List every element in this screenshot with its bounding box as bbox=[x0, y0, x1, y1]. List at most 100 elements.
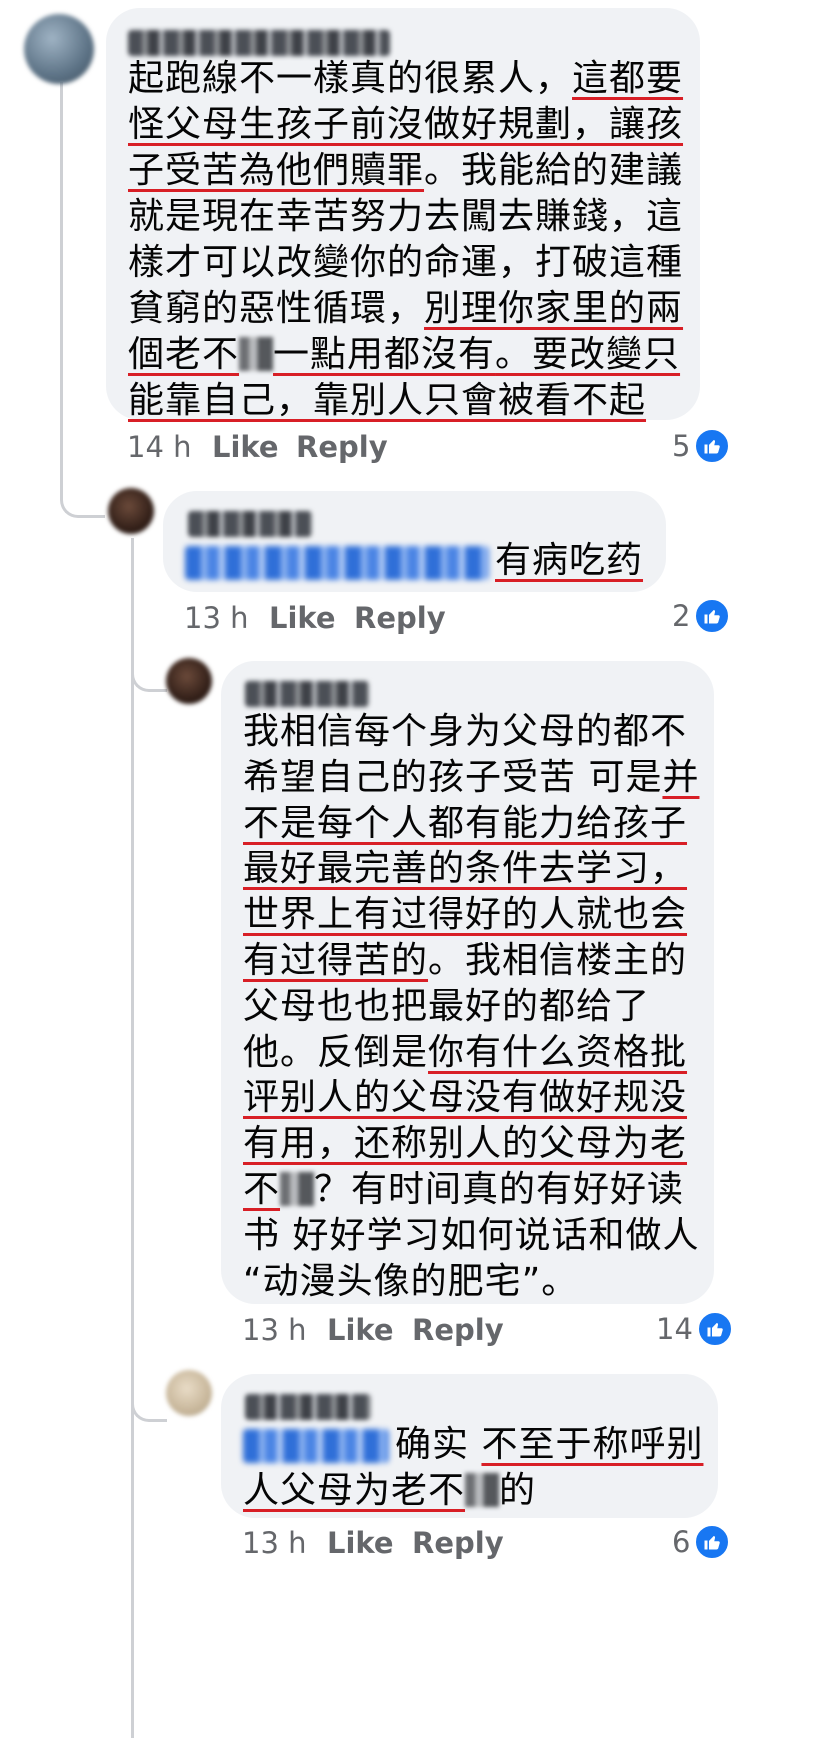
reply-button[interactable]: Reply bbox=[354, 601, 446, 635]
comment-line: 书 好好学习如何说话和做人 bbox=[243, 1213, 699, 1259]
comment-bubble: 起跑線不一樣真的很累人，這都要 怪父母生孩子前沒做好規劃，讓孩 子受苦為他們贖罪。我… bbox=[106, 8, 700, 421]
text-segment: 他。反倒是 bbox=[243, 1031, 429, 1073]
like-button[interactable]: Like bbox=[212, 430, 279, 464]
underlined-text: 人父母为老不 bbox=[243, 1470, 466, 1511]
avatar[interactable] bbox=[166, 658, 212, 704]
reaction-count[interactable]: 5 bbox=[672, 428, 731, 464]
underlined-text: 這都要 bbox=[572, 58, 684, 99]
comment-line: 有用，还称别人的父母为老 bbox=[243, 1121, 687, 1167]
like-button[interactable]: Like bbox=[327, 1313, 394, 1347]
reply-button[interactable]: Reply bbox=[296, 430, 388, 464]
comment-line: 评别人的父母没有做好规没 bbox=[243, 1075, 687, 1121]
underlined-text: 最好最完善的条件去学习， bbox=[243, 848, 688, 890]
text-segment: 起跑線不一樣真的很累人， bbox=[128, 58, 573, 99]
avatar[interactable] bbox=[166, 1370, 212, 1416]
underlined-text: 并 bbox=[662, 756, 700, 798]
comment-bubble: 有病吃药 bbox=[163, 491, 666, 592]
underlined-text: 不是每个人都有能力给孩子 bbox=[243, 802, 688, 844]
comment-line: 最好最完善的条件去学习， bbox=[243, 846, 687, 892]
avatar[interactable] bbox=[108, 488, 154, 534]
comment-line: 樣才可以改變你的命運，打破這種 bbox=[128, 240, 683, 286]
like-button[interactable]: Like bbox=[269, 601, 336, 635]
comment-time[interactable]: 14 h bbox=[127, 430, 192, 464]
comment-time[interactable]: 13 h bbox=[184, 601, 249, 635]
comment-line: “动漫头像的肥宅”。 bbox=[243, 1259, 578, 1305]
underlined-text: 怪父母生孩子前沒做好規劃，讓孩 bbox=[128, 104, 684, 145]
underlined-text: 有用，还称别人的父母为老 bbox=[243, 1123, 688, 1165]
comment-line: 父母也也把最好的都给了 bbox=[243, 984, 650, 1030]
comment-line: 人父母为老不的 bbox=[243, 1468, 536, 1514]
thread-line-reply-1 bbox=[131, 538, 134, 1738]
text-segment: 。我相信楼主的 bbox=[428, 940, 688, 981]
comment-line: 确实 不至于称呼别 bbox=[395, 1422, 703, 1468]
text-segment: 书 好好学习如何说话和做人 bbox=[243, 1214, 700, 1256]
reaction-count[interactable]: 2 bbox=[672, 598, 731, 634]
avatar[interactable] bbox=[24, 14, 94, 84]
comment-time[interactable]: 13 h bbox=[242, 1313, 307, 1347]
comment-bubble: 确实 不至于称呼别 人父母为老不的 bbox=[221, 1374, 718, 1518]
comment-line: 不 ？有时间真的有好好读 bbox=[243, 1167, 684, 1213]
author-name[interactable] bbox=[245, 681, 369, 707]
text-segment: 希望自己的孩子受苦 可是 bbox=[243, 756, 663, 798]
underlined-text: 世界上有过得好的人就也会 bbox=[243, 894, 688, 936]
underlined-text: 個老不 bbox=[128, 334, 240, 375]
text-segment: 父母也也把最好的都给了 bbox=[243, 985, 651, 1027]
text-segment: 确实 bbox=[395, 1424, 482, 1465]
underlined-text: 。要改變只 bbox=[495, 334, 681, 375]
comment-line: 希望自己的孩子受苦 可是并 bbox=[243, 755, 699, 801]
text-segment: 。我能給的建議 bbox=[424, 150, 684, 191]
thread-elbow-reply-3 bbox=[131, 1370, 167, 1422]
mention-link[interactable] bbox=[185, 546, 489, 580]
reaction-count-number: 14 bbox=[656, 1312, 693, 1346]
reaction-count[interactable]: 14 bbox=[656, 1311, 733, 1347]
comment-line: 貧窮的惡性循環，別理你家里的兩 bbox=[128, 286, 683, 332]
underlined-text: 別理你家里的兩 bbox=[424, 288, 684, 329]
underlined-text: 不至于称呼别 bbox=[481, 1424, 704, 1465]
reply-button[interactable]: Reply bbox=[412, 1526, 504, 1560]
comment-line: 個老不 一點用都沒有。要改變只 bbox=[128, 332, 680, 378]
comment-line: 能靠自己，靠別人只會被看不起 bbox=[128, 378, 646, 424]
thread-elbow-reply-1 bbox=[60, 480, 105, 518]
text-segment: 的 bbox=[499, 1470, 537, 1511]
underlined-text: 你有什么资格批 bbox=[428, 1031, 688, 1073]
reaction-count-number: 6 bbox=[672, 1525, 691, 1559]
comment-line: 子受苦為他們贖罪。我能給的建議 bbox=[128, 148, 683, 194]
underlined-text: 有过得苦的 bbox=[243, 940, 429, 981]
author-name[interactable] bbox=[128, 30, 390, 56]
underlined-text: 评别人的父母没有做好规没 bbox=[243, 1077, 688, 1119]
censored-wrap bbox=[465, 1470, 500, 1511]
reaction-count-number: 2 bbox=[672, 599, 691, 633]
author-name[interactable] bbox=[188, 511, 312, 537]
underlined-text: 有病吃药 bbox=[495, 540, 644, 581]
comment-line: 世界上有过得好的人就也会 bbox=[243, 892, 687, 938]
mention-link[interactable] bbox=[243, 1429, 389, 1463]
censored-character bbox=[239, 337, 274, 371]
thumbs-up-icon bbox=[694, 1524, 731, 1560]
comment-line: 有病吃药 bbox=[495, 538, 643, 584]
thumbs-up-icon bbox=[694, 598, 731, 634]
reaction-count[interactable]: 6 bbox=[672, 1524, 731, 1560]
censored-character bbox=[280, 1172, 315, 1206]
thumbs-up-icon bbox=[696, 1311, 733, 1347]
comment-line: 不是每个人都有能力给孩子 bbox=[243, 801, 687, 847]
comment-line: 就是現在幸苦努力去闖去賺錢，這 bbox=[128, 194, 683, 240]
censored-character bbox=[465, 1473, 500, 1507]
comment-line: 他。反倒是你有什么资格批 bbox=[243, 1030, 687, 1076]
comment-line: 起跑線不一樣真的很累人，這都要 bbox=[128, 56, 683, 102]
censored-wrap bbox=[280, 1169, 315, 1210]
like-button[interactable]: Like bbox=[327, 1526, 394, 1560]
censored-wrap bbox=[239, 334, 274, 375]
thread-elbow-reply-2 bbox=[131, 640, 167, 692]
comment-time[interactable]: 13 h bbox=[242, 1526, 307, 1560]
reply-button[interactable]: Reply bbox=[412, 1313, 504, 1347]
underlined-text: 子受苦為他們贖罪 bbox=[128, 150, 425, 191]
text-segment: “动漫头像的肥宅”。 bbox=[243, 1260, 579, 1302]
thread-line-root bbox=[60, 82, 63, 482]
text-segment: ？有时间真的有好好读 bbox=[314, 1169, 685, 1210]
thumbs-up-icon bbox=[694, 428, 731, 464]
text-segment: 我相信每个身为父母的都不 bbox=[243, 711, 688, 752]
author-name[interactable] bbox=[245, 1394, 371, 1420]
reaction-count-number: 5 bbox=[672, 429, 691, 463]
text-segment: 貧窮的惡性循環， bbox=[128, 288, 425, 329]
underlined-text: 不 bbox=[243, 1169, 281, 1210]
